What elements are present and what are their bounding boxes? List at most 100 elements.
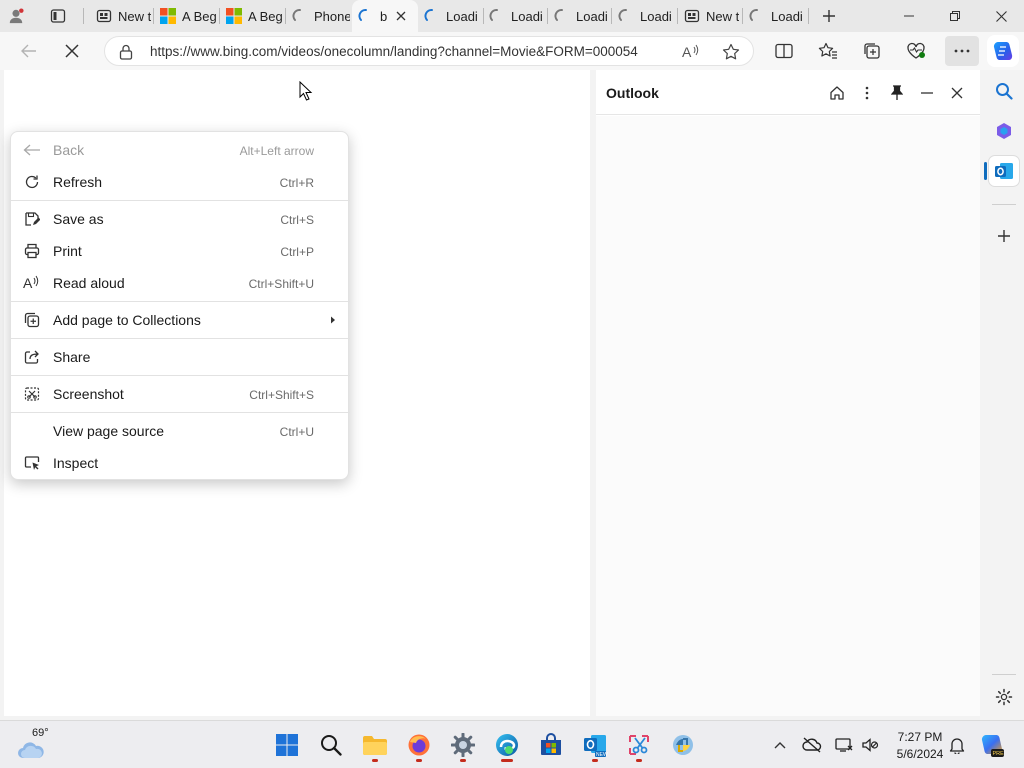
tab-actions-button[interactable]: [50, 0, 72, 32]
side-panel-home-icon[interactable]: [826, 82, 848, 104]
pin-icon[interactable]: [886, 82, 908, 104]
copilot-taskbar-button[interactable]: PRE: [978, 731, 1006, 759]
loading-spinner-icon: [749, 8, 765, 24]
taskbar-python-app[interactable]: [665, 727, 701, 763]
tab-a-beginner-2[interactable]: A Beg: [226, 0, 284, 32]
tab-actions-icon: [50, 8, 66, 24]
minimize-window-button[interactable]: [886, 0, 932, 32]
tab-new-tab-2[interactable]: New t: [684, 0, 740, 32]
close-window-button[interactable]: [978, 0, 1024, 32]
side-panel-more-icon[interactable]: [856, 82, 878, 104]
profile-button[interactable]: [8, 0, 38, 32]
tab-phone[interactable]: Phone: [292, 0, 350, 32]
sidebar-office-button[interactable]: [989, 116, 1019, 146]
favorite-star-icon[interactable]: [722, 43, 740, 61]
share-icon: [23, 349, 41, 365]
microsoft-365-icon: [995, 122, 1013, 140]
back-button[interactable]: [14, 36, 44, 66]
read-aloud-icon[interactable]: A: [682, 43, 700, 61]
tab-loading-1[interactable]: Loadi: [424, 0, 482, 32]
start-button[interactable]: [269, 727, 305, 763]
loading-spinner-icon: [424, 8, 440, 24]
menu-separator: [11, 338, 350, 339]
settings-and-more-button[interactable]: [945, 36, 979, 66]
menu-item-shortcut: Ctrl+U: [279, 425, 314, 439]
menu-item-screenshot[interactable]: Screenshot Ctrl+Shift+S: [11, 378, 350, 410]
notifications-button[interactable]: [946, 734, 968, 756]
collections-icon: [863, 42, 881, 60]
menu-item-save-as[interactable]: Save as Ctrl+S: [11, 203, 350, 235]
taskbar: 69° NEW 7:27 PM 5/6/2024 PRE: [0, 720, 1024, 768]
tab-loading-4[interactable]: Loadi: [618, 0, 676, 32]
restore-window-button[interactable]: [932, 0, 978, 32]
split-screen-button[interactable]: [769, 36, 799, 66]
menu-item-print[interactable]: Print Ctrl+P: [11, 235, 350, 267]
tab-separator: [742, 8, 743, 24]
menu-item-inspect[interactable]: Inspect: [11, 447, 350, 479]
collections-button[interactable]: [857, 36, 887, 66]
menu-separator: [11, 375, 350, 376]
taskbar-snipping-tool[interactable]: [621, 727, 657, 763]
address-bar[interactable]: https://www.bing.com/videos/onecolumn/la…: [104, 36, 754, 66]
menu-item-back[interactable]: Back Alt+Left arrow: [11, 134, 350, 166]
show-hidden-icons-button[interactable]: [769, 734, 791, 756]
tab-title: b: [380, 8, 388, 24]
volume-muted-icon: [861, 737, 879, 753]
network-tray-button[interactable]: [833, 734, 855, 756]
favorites-button[interactable]: [813, 36, 843, 66]
loading-spinner-icon: [358, 8, 374, 24]
tab-active-bing[interactable]: b: [352, 0, 418, 32]
menu-item-label: Add page to Collections: [53, 312, 201, 328]
sidebar-settings-button[interactable]: [989, 682, 1019, 712]
loading-spinner-icon: [554, 8, 570, 24]
onedrive-tray-button[interactable]: [801, 734, 823, 756]
restore-icon: [950, 11, 960, 21]
url-text[interactable]: https://www.bing.com/videos/onecolumn/la…: [150, 44, 638, 59]
taskbar-outlook-new[interactable]: NEW: [577, 727, 613, 763]
clock-time[interactable]: 7:27 PM: [890, 730, 950, 744]
taskbar-settings[interactable]: [445, 727, 481, 763]
browser-essentials-button[interactable]: [901, 36, 931, 66]
plus-icon: [997, 229, 1011, 243]
sidebar-search-button[interactable]: [989, 76, 1019, 106]
volume-tray-button[interactable]: [859, 734, 881, 756]
copilot-pre-icon: PRE: [979, 732, 1005, 758]
menu-item-view-page-source[interactable]: View page source Ctrl+U: [11, 415, 350, 447]
side-panel-minimize-icon[interactable]: [916, 82, 938, 104]
tab-new-tab-1[interactable]: New t: [96, 0, 152, 32]
menu-item-add-to-collections[interactable]: Add page to Collections: [11, 304, 350, 336]
menu-item-shortcut: Ctrl+S: [280, 213, 314, 227]
side-panel-body[interactable]: [596, 116, 980, 716]
sidebar-outlook-button[interactable]: [989, 156, 1019, 186]
refresh-icon: [23, 174, 41, 190]
close-tab-icon[interactable]: [393, 8, 409, 24]
copilot-button[interactable]: [987, 35, 1019, 67]
read-aloud-icon: A: [23, 275, 41, 291]
side-panel-close-icon[interactable]: [946, 82, 968, 104]
taskbar-firefox[interactable]: [401, 727, 437, 763]
tab-loading-5[interactable]: Loadi: [749, 0, 807, 32]
menu-item-read-aloud[interactable]: A Read aloud Ctrl+Shift+U: [11, 267, 350, 299]
taskbar-microsoft-store[interactable]: [533, 727, 569, 763]
stop-loading-button[interactable]: [57, 36, 87, 66]
menu-item-share[interactable]: Share: [11, 341, 350, 373]
clock-date[interactable]: 5/6/2024: [890, 747, 950, 761]
profile-icon: [8, 8, 24, 24]
tab-a-beginner-1[interactable]: A Beg: [160, 0, 218, 32]
weather-widget[interactable]: 69°: [16, 727, 49, 758]
tab-loading-2[interactable]: Loadi: [489, 0, 545, 32]
chevron-up-icon: [774, 741, 786, 749]
taskbar-edge[interactable]: [489, 727, 525, 763]
new-tab-button[interactable]: [818, 0, 840, 32]
tab-title: New t: [706, 8, 740, 24]
gear-icon: [995, 688, 1013, 706]
split-screen-icon: [775, 43, 793, 59]
lock-icon[interactable]: [117, 43, 135, 61]
running-indicator: [501, 759, 513, 762]
sidebar-add-button[interactable]: [989, 221, 1019, 251]
print-icon: [23, 243, 41, 259]
taskbar-file-explorer[interactable]: [357, 727, 393, 763]
menu-item-refresh[interactable]: Refresh Ctrl+R: [11, 166, 350, 198]
tab-loading-3[interactable]: Loadi: [554, 0, 610, 32]
taskbar-search-button[interactable]: [313, 727, 349, 763]
